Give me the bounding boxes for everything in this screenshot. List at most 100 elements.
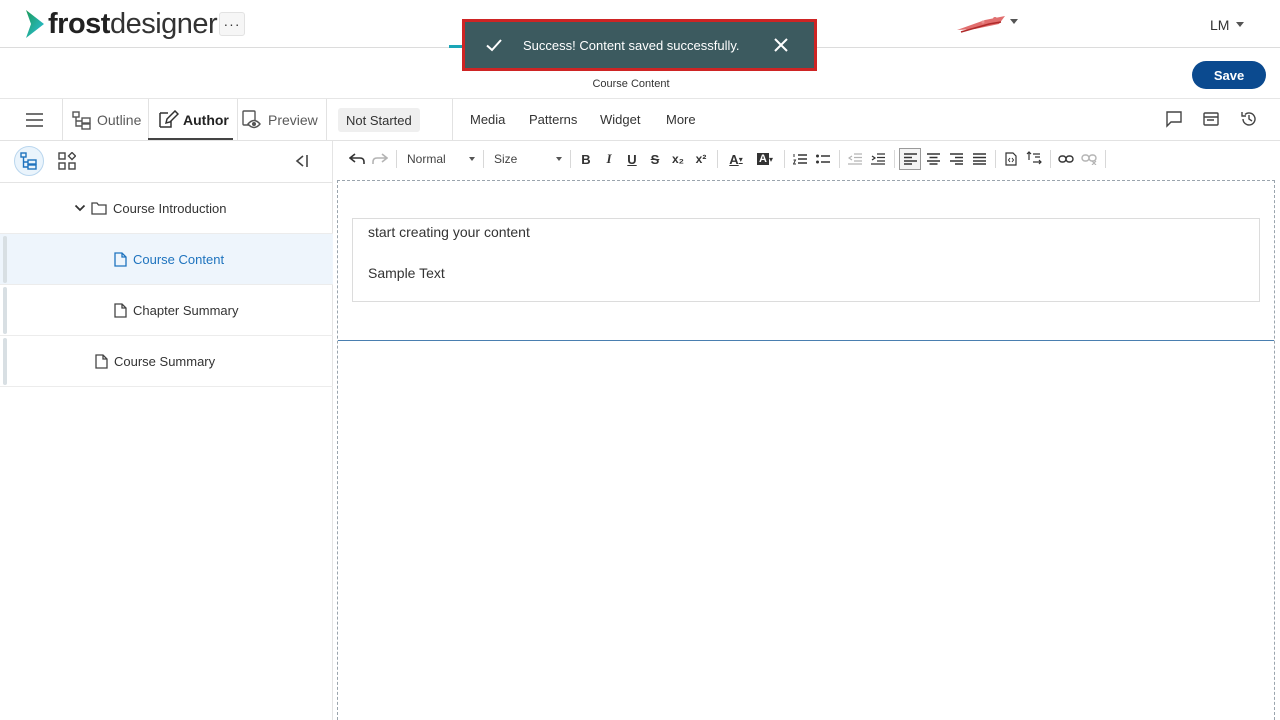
- background-color-button[interactable]: A ▾: [751, 148, 779, 170]
- history-icon[interactable]: [1240, 110, 1258, 128]
- course-tree-sidebar: Course Introduction Course Content Chapt…: [0, 141, 333, 720]
- tree-view-icon: [20, 152, 37, 170]
- chevron-down-icon: [469, 157, 475, 161]
- folder-icon: [91, 202, 107, 215]
- tree-item-label: Course Content: [133, 251, 225, 267]
- toolbar-divider: [396, 150, 397, 168]
- italic-button[interactable]: I: [598, 148, 620, 170]
- tree-item-label: Chapter Summary: [133, 302, 239, 318]
- more-options-button[interactable]: ···: [219, 12, 245, 36]
- tree-view-button[interactable]: [14, 146, 44, 176]
- text-direction-icon[interactable]: [1023, 148, 1045, 170]
- tree-item-indicator: [3, 236, 7, 283]
- toast-message: Success! Content saved successfully.: [523, 37, 740, 53]
- undo-icon[interactable]: [346, 148, 368, 170]
- redo-icon[interactable]: [369, 148, 391, 170]
- chevron-down-icon: [556, 157, 562, 161]
- tab-preview[interactable]: Preview: [234, 99, 327, 141]
- underline-button[interactable]: U: [621, 148, 643, 170]
- tab-author[interactable]: Author: [148, 99, 238, 141]
- logo-text: frostdesigner: [48, 8, 218, 40]
- align-right-icon[interactable]: [945, 148, 967, 170]
- menu-widget[interactable]: Widget: [600, 112, 640, 127]
- background-color-label: A: [757, 153, 769, 165]
- superscript-button[interactable]: x²: [690, 148, 712, 170]
- tab-author-indicator: [148, 138, 233, 140]
- toolbar-divider: [784, 150, 785, 168]
- numbered-list-icon[interactable]: [789, 148, 811, 170]
- page-icon: [95, 353, 108, 369]
- tree-item-indicator: [3, 287, 7, 334]
- user-avatar[interactable]: LM: [1210, 17, 1229, 33]
- toolbar-divider: [894, 150, 895, 168]
- user-menu-caret-icon[interactable]: [1236, 22, 1244, 27]
- toolbar-divider: [1050, 150, 1051, 168]
- page-title: Course Content: [592, 78, 670, 90]
- bold-button[interactable]: B: [575, 148, 597, 170]
- check-icon: [486, 39, 502, 52]
- align-center-icon[interactable]: [922, 148, 944, 170]
- toolbar-divider: [717, 150, 718, 168]
- tree-item-label: Course Introduction: [113, 200, 227, 216]
- tree-item-course-introduction[interactable]: Course Introduction: [0, 183, 333, 234]
- brand-dropdown-caret-icon[interactable]: [1010, 19, 1018, 24]
- status-badge[interactable]: Not Started: [338, 108, 420, 132]
- subscript-button[interactable]: x₂: [667, 148, 689, 170]
- tree-item-indicator: [3, 338, 7, 385]
- text-line[interactable]: start creating your content: [368, 224, 1244, 240]
- link-icon[interactable]: [1055, 148, 1077, 170]
- success-toast: Success! Content saved successfully.: [462, 19, 817, 71]
- bullet-list-icon[interactable]: [812, 148, 834, 170]
- app-logo[interactable]: frostdesigner: [24, 6, 218, 42]
- tree-item-course-content[interactable]: Course Content: [0, 234, 333, 285]
- text-line[interactable]: Sample Text: [368, 265, 1244, 281]
- logo-chevron-icon: [26, 10, 44, 38]
- toast-body: Success! Content saved successfully.: [465, 22, 814, 68]
- panel-icon[interactable]: [1202, 110, 1220, 128]
- outline-tree-icon: [72, 111, 91, 130]
- tab-outline[interactable]: Outline: [62, 99, 149, 141]
- tab-author-label: Author: [183, 112, 229, 128]
- size-select-value: Size: [494, 152, 518, 166]
- collapse-sidebar-icon[interactable]: [294, 154, 310, 168]
- tree-item-course-summary[interactable]: Course Summary: [0, 336, 333, 387]
- align-justify-icon[interactable]: [968, 148, 990, 170]
- content-canvas[interactable]: start creating your content Sample Text: [337, 180, 1275, 720]
- tree-item-label: Course Summary: [114, 353, 216, 369]
- toolbar-divider: [483, 150, 484, 168]
- toolbar-divider: [839, 150, 840, 168]
- outdent-icon[interactable]: [844, 148, 866, 170]
- mode-tab-bar: Outline Author Preview Not Started Media…: [0, 99, 1280, 141]
- brand-logo-icon[interactable]: [955, 12, 1007, 34]
- hamburger-menu-icon[interactable]: [26, 113, 43, 127]
- unlink-icon[interactable]: [1078, 148, 1100, 170]
- format-select[interactable]: Normal: [401, 148, 479, 170]
- format-select-value: Normal: [407, 152, 446, 166]
- tab-preview-label: Preview: [268, 112, 318, 128]
- menu-patterns[interactable]: Patterns: [529, 112, 577, 127]
- toolbar-divider: [570, 150, 571, 168]
- toolbar-divider: [1105, 150, 1106, 168]
- indent-icon[interactable]: [867, 148, 889, 170]
- align-left-icon[interactable]: [899, 148, 921, 170]
- text-block[interactable]: start creating your content Sample Text: [352, 218, 1260, 302]
- comment-icon[interactable]: [1165, 110, 1183, 128]
- menu-media[interactable]: Media: [470, 112, 505, 127]
- rich-text-toolbar: Normal Size B I U S x₂ x² A ▾ A ▾: [338, 145, 1280, 173]
- save-button[interactable]: Save: [1192, 61, 1266, 89]
- toolbar-divider: [995, 150, 996, 168]
- size-select[interactable]: Size: [488, 148, 566, 170]
- menu-more[interactable]: More: [666, 112, 696, 127]
- grid-view-icon[interactable]: [58, 152, 76, 170]
- font-color-label: A: [729, 151, 739, 167]
- source-code-icon[interactable]: [1000, 148, 1022, 170]
- author-edit-icon: [159, 110, 179, 128]
- strikethrough-button[interactable]: S: [644, 148, 666, 170]
- sidebar-header: [0, 141, 333, 183]
- close-icon[interactable]: [774, 38, 788, 52]
- tab-divider: [452, 99, 453, 141]
- chevron-down-icon[interactable]: [74, 202, 86, 214]
- tree-item-chapter-summary[interactable]: Chapter Summary: [0, 285, 333, 336]
- tab-outline-label: Outline: [97, 112, 142, 128]
- font-color-button[interactable]: A ▾: [722, 148, 750, 170]
